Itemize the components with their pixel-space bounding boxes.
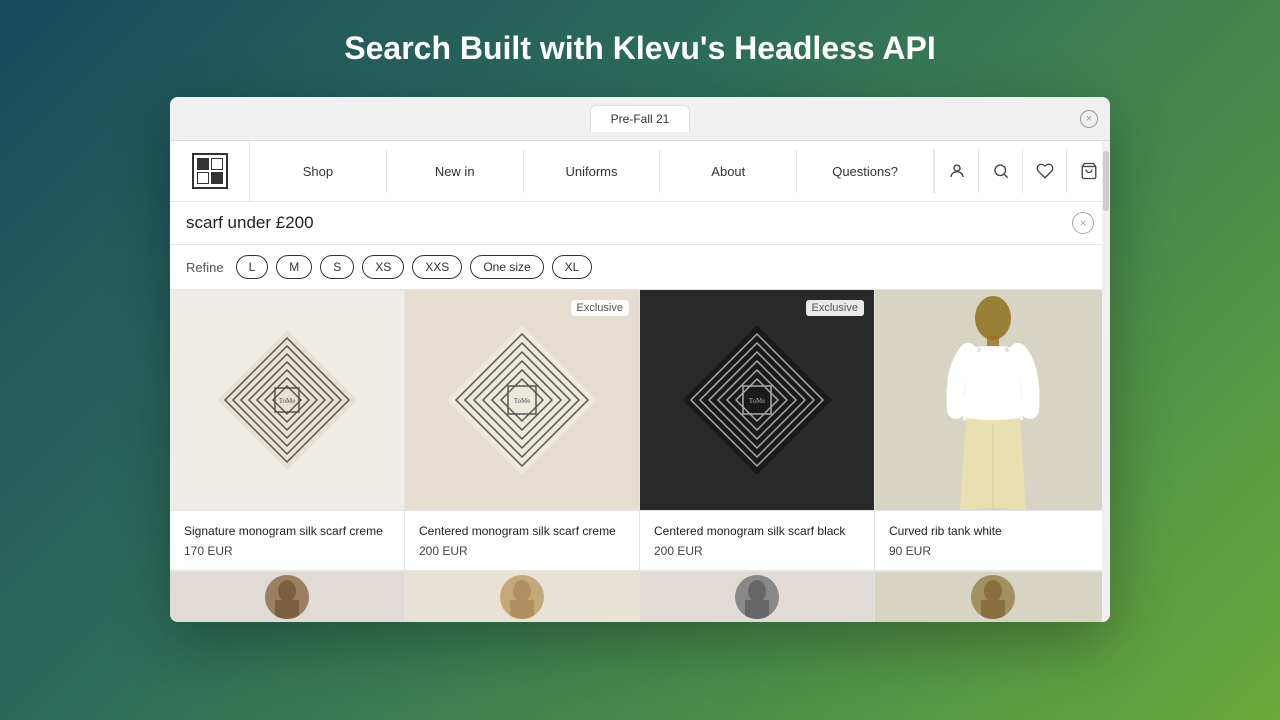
nav-logo[interactable] <box>170 141 250 201</box>
nav-item-new-in[interactable]: New in <box>387 150 524 193</box>
product-price-3: 200 EUR <box>654 544 860 558</box>
size-filter-xxs[interactable]: XXS <box>412 255 462 279</box>
bottom-item-4[interactable] <box>875 572 1110 622</box>
product-image-1: ToMe <box>170 290 404 510</box>
product-name-1: Signature monogram silk scarf creme <box>184 523 390 540</box>
product-name-2: Centered monogram silk scarf creme <box>419 523 625 540</box>
scrollbar-thumb[interactable] <box>1103 151 1109 211</box>
search-input[interactable] <box>186 213 1072 233</box>
search-bar: × <box>170 202 1110 245</box>
product-info-3: Centered monogram silk scarf black 200 E… <box>640 510 874 570</box>
refine-bar: Refine L M S XS XXS One size XL <box>170 245 1110 290</box>
nav-item-questions[interactable]: Questions? <box>797 150 934 193</box>
size-filter-xs[interactable]: XS <box>362 255 404 279</box>
product-info-1: Signature monogram silk scarf creme 170 … <box>170 510 404 570</box>
nav-item-uniforms[interactable]: Uniforms <box>524 150 661 193</box>
wishlist-button[interactable] <box>1022 149 1066 193</box>
bottom-item-3[interactable] <box>640 572 875 622</box>
product-price-4: 90 EUR <box>889 544 1096 558</box>
browser-topbar: Pre-Fall 21 × <box>170 97 1110 141</box>
nav-items: Shop New in Uniforms About Questions? <box>250 150 934 193</box>
scrollbar[interactable] <box>1102 141 1110 622</box>
size-filter-xl[interactable]: XL <box>552 255 593 279</box>
product-badge-3: Exclusive <box>806 300 864 316</box>
size-filter-s[interactable]: S <box>320 255 354 279</box>
bottom-row <box>170 571 1110 622</box>
browser-content: Shop New in Uniforms About Questions? <box>170 141 1110 622</box>
product-price-2: 200 EUR <box>419 544 625 558</box>
product-image-2: ToMe <box>405 290 639 510</box>
nav-item-shop[interactable]: Shop <box>250 150 387 193</box>
svg-text:ToMe: ToMe <box>279 397 296 405</box>
product-card-2[interactable]: Exclusive ToMe Centered m <box>405 290 640 571</box>
bottom-item-2[interactable] <box>405 572 640 622</box>
product-info-4: Curved rib tank white 90 EUR <box>875 510 1110 570</box>
product-name-4: Curved rib tank white <box>889 523 1096 540</box>
account-button[interactable] <box>934 149 978 193</box>
product-image-4 <box>875 290 1110 510</box>
product-price-1: 170 EUR <box>184 544 390 558</box>
browser-tab: Pre-Fall 21 <box>590 105 691 132</box>
product-card-4[interactable]: Curved rib tank white 90 EUR <box>875 290 1110 571</box>
nav-actions <box>934 149 1110 193</box>
bottom-item-1[interactable] <box>170 572 405 622</box>
product-name-3: Centered monogram silk scarf black <box>654 523 860 540</box>
size-filter-one-size[interactable]: One size <box>470 255 543 279</box>
products-grid: ToMe Signature monogram silk scarf creme… <box>170 290 1110 571</box>
page-title: Search Built with Klevu's Headless API <box>344 30 936 67</box>
browser-window: Pre-Fall 21 × Shop New in Uniforms About… <box>170 97 1110 622</box>
product-info-2: Centered monogram silk scarf creme 200 E… <box>405 510 639 570</box>
site-nav: Shop New in Uniforms About Questions? <box>170 141 1110 202</box>
browser-close-button[interactable]: × <box>1080 110 1098 128</box>
logo-icon <box>192 153 228 189</box>
refine-label: Refine <box>186 260 224 275</box>
search-button[interactable] <box>978 149 1022 193</box>
product-card-1[interactable]: ToMe Signature monogram silk scarf creme… <box>170 290 405 571</box>
product-image-3: ToMe <box>640 290 874 510</box>
size-filter-l[interactable]: L <box>236 255 269 279</box>
svg-text:ToMe: ToMe <box>514 397 531 405</box>
size-filter-m[interactable]: M <box>276 255 312 279</box>
product-badge-2: Exclusive <box>571 300 629 316</box>
search-clear-button[interactable]: × <box>1072 212 1094 234</box>
nav-item-about[interactable]: About <box>660 150 797 193</box>
product-card-3[interactable]: Exclusive ToMe Centered m <box>640 290 875 571</box>
svg-text:ToMe: ToMe <box>749 397 766 405</box>
